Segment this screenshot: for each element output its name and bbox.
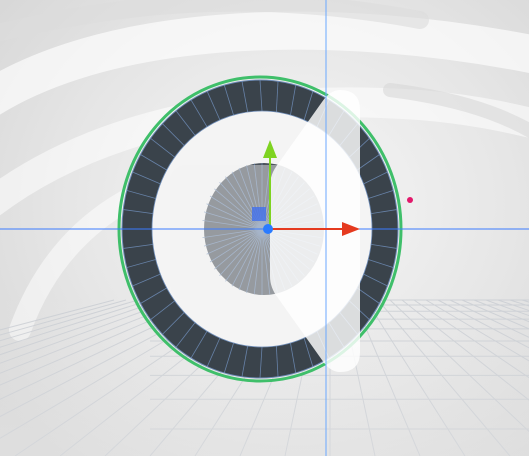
pivot-marker[interactable] <box>407 197 413 203</box>
3d-viewport[interactable] <box>0 0 529 456</box>
scene-canvas[interactable] <box>0 0 529 456</box>
gizmo-plane-handle-icon[interactable] <box>252 207 266 221</box>
gizmo-center-handle[interactable] <box>263 224 273 234</box>
